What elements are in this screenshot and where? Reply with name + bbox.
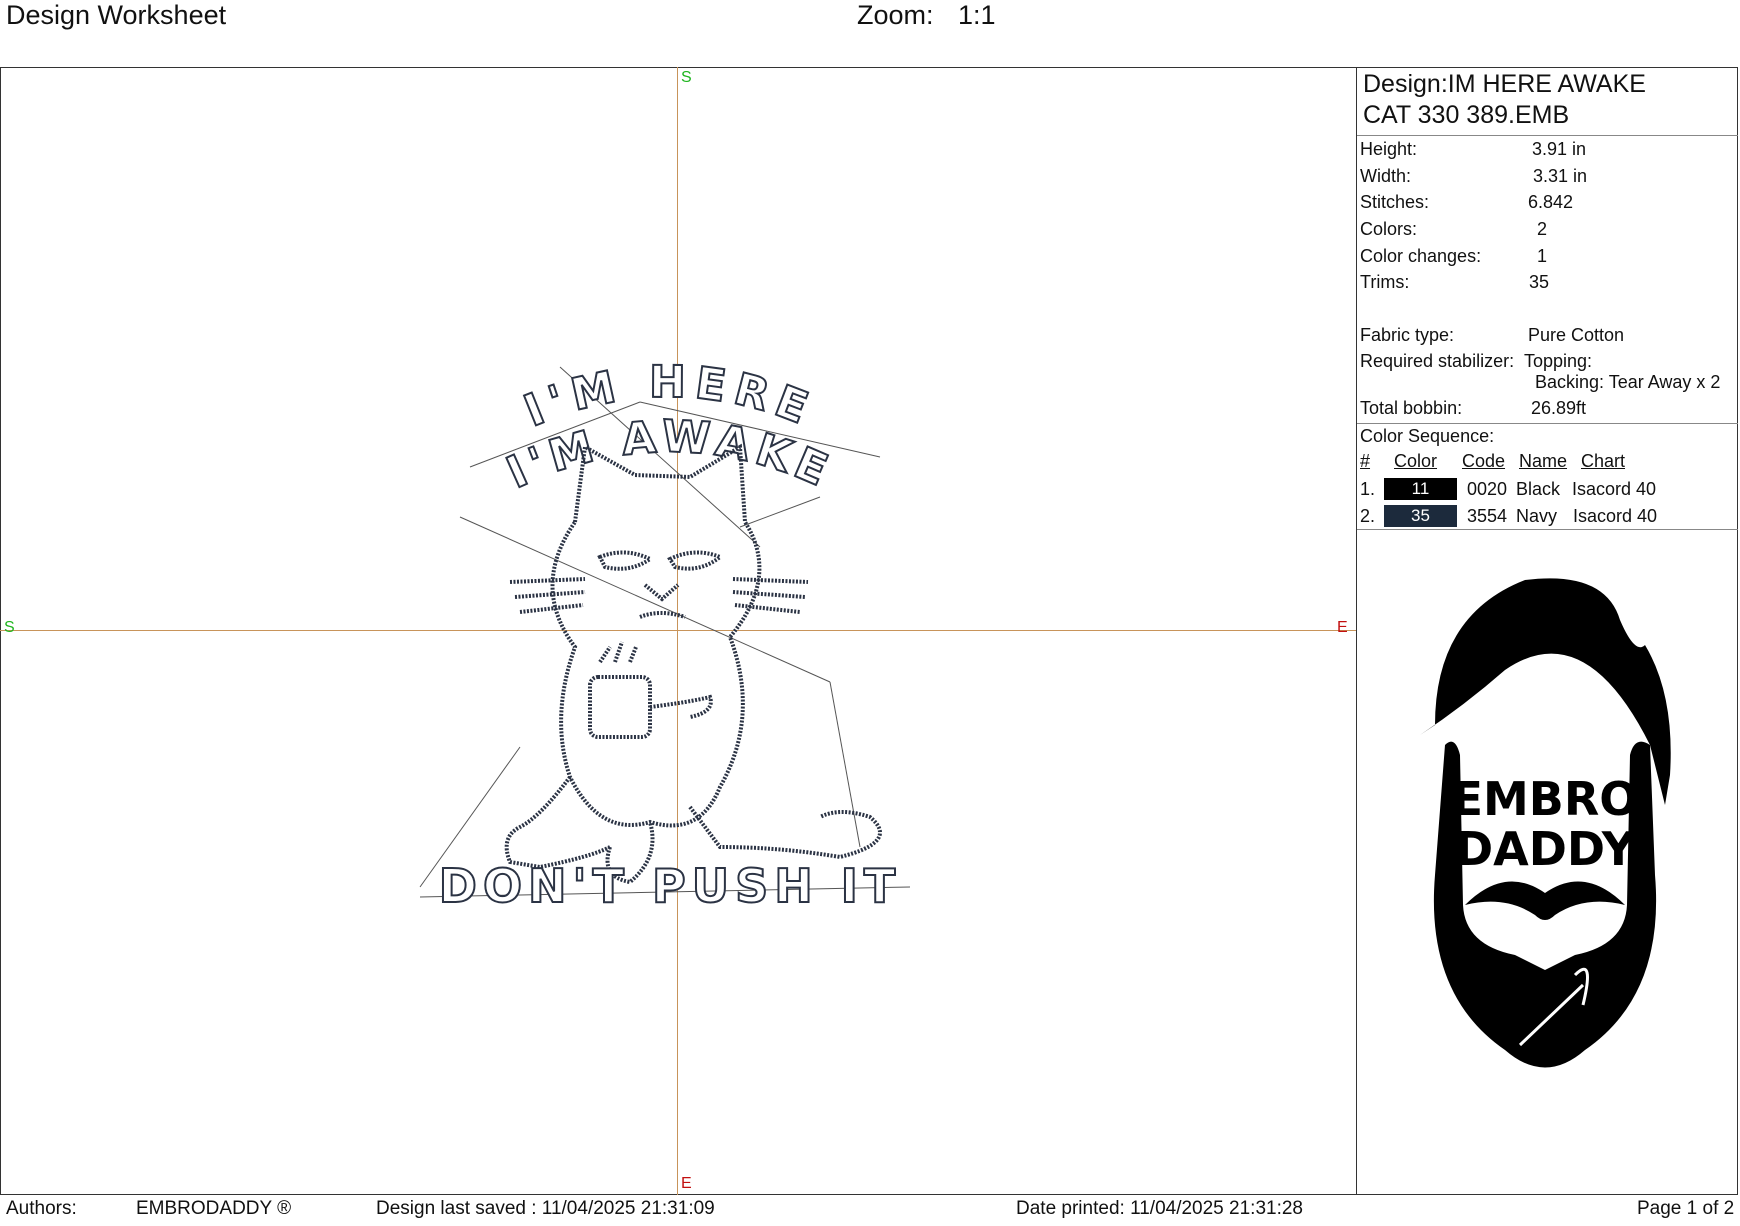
worksheet-title: Design Worksheet bbox=[6, 0, 227, 30]
fabric-value: Pure Cotton bbox=[1528, 325, 1625, 345]
colors-value: 2 bbox=[1537, 219, 1548, 239]
color-sequence-title: Color Sequence: bbox=[1360, 426, 1495, 446]
stitches-value: 6.842 bbox=[1528, 192, 1574, 212]
divider bbox=[1357, 529, 1738, 530]
color-code: 0020 bbox=[1467, 479, 1508, 499]
mustache-icon bbox=[1465, 881, 1625, 920]
col-header-chart: Chart bbox=[1581, 451, 1626, 471]
color-chart: Isacord 40 bbox=[1572, 479, 1657, 499]
design-text-bottom: DON'T PUSH IT bbox=[439, 859, 901, 913]
authors-value: EMBRODADDY ® bbox=[136, 1198, 292, 1219]
height-value: 3.91 in bbox=[1532, 139, 1587, 159]
end-mark-bottom: E bbox=[681, 1175, 692, 1192]
stabilizer-label: Required stabilizer: bbox=[1360, 351, 1515, 371]
date-printed: Date printed: 11/04/2025 21:31:28 bbox=[1016, 1198, 1303, 1219]
cat-outline bbox=[504, 443, 882, 885]
color-swatch[interactable]: 11 bbox=[1384, 478, 1457, 500]
embrodaddy-logo: EMBRO DADDY bbox=[1420, 578, 1671, 1068]
bobbin-label: Total bobbin: bbox=[1360, 398, 1463, 418]
design-canvas[interactable]: S S E E I'M HERE I'M AWAKE DON'T PUSH IT bbox=[0, 67, 1357, 1195]
start-mark-top: S bbox=[681, 69, 692, 86]
col-header-num: # bbox=[1360, 451, 1371, 471]
end-mark-right: E bbox=[1337, 619, 1348, 636]
col-header-name: Name bbox=[1519, 451, 1568, 471]
color-chart: Isacord 40 bbox=[1573, 506, 1658, 526]
height-label: Height: bbox=[1360, 139, 1418, 159]
logo-text-top: EMBRO bbox=[1452, 772, 1639, 826]
last-saved: Design last saved : 11/04/2025 21:31:09 bbox=[376, 1198, 715, 1219]
design-file: CAT 330 389.EMB bbox=[1363, 101, 1570, 129]
stitches-label: Stitches: bbox=[1360, 192, 1430, 212]
trims-label: Trims: bbox=[1360, 272, 1410, 292]
color-row-num: 2. bbox=[1360, 506, 1376, 526]
col-header-color: Color bbox=[1394, 451, 1438, 471]
bobbin-value: 26.89ft bbox=[1531, 398, 1587, 418]
design-name: Design:IM HERE AWAKE bbox=[1363, 70, 1646, 98]
start-mark-left: S bbox=[4, 619, 15, 636]
color-changes-label: Color changes: bbox=[1360, 246, 1482, 266]
color-name: Navy bbox=[1516, 506, 1558, 526]
zoom-value[interactable]: 1:1 bbox=[958, 0, 996, 30]
authors-label: Authors: bbox=[6, 1198, 77, 1219]
colors-label: Colors: bbox=[1360, 219, 1418, 239]
width-label: Width: bbox=[1360, 166, 1412, 186]
fabric-label: Fabric type: bbox=[1360, 325, 1455, 345]
color-row-num: 1. bbox=[1360, 479, 1376, 499]
color-swatch[interactable]: 35 bbox=[1384, 505, 1457, 527]
embroidery-design[interactable]: I'M HERE I'M AWAKE DON'T PUSH IT bbox=[400, 317, 960, 1037]
trims-value: 35 bbox=[1529, 272, 1550, 292]
backing-value: Backing: Tear Away x 2 bbox=[1535, 372, 1721, 392]
page-indicator: Page 1 of 2 bbox=[1637, 1198, 1735, 1219]
zoom-label: Zoom: bbox=[857, 0, 934, 30]
col-header-code: Code bbox=[1462, 451, 1506, 471]
design-name-block: Design:IM HERE AWAKE CAT 330 389.EMB bbox=[1357, 67, 1738, 136]
color-changes-value: 1 bbox=[1537, 246, 1548, 266]
color-code: 3554 bbox=[1467, 506, 1508, 526]
logo-text-bottom: DADDY bbox=[1455, 822, 1636, 876]
width-value: 3.31 in bbox=[1533, 166, 1588, 186]
color-name: Black bbox=[1516, 479, 1561, 499]
